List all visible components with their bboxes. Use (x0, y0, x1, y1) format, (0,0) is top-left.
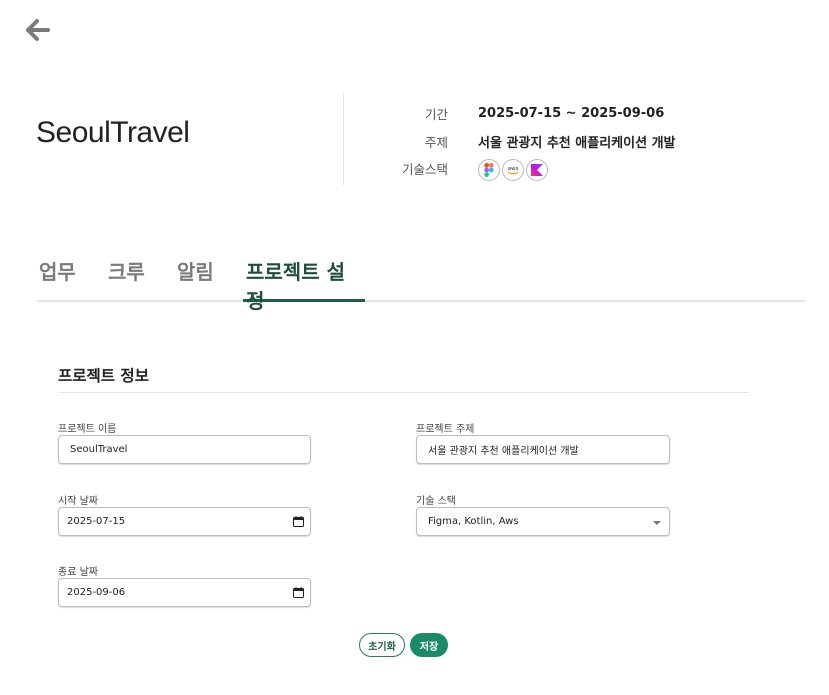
project-title: SeoulTravel (36, 116, 190, 149)
end-date-label: 종료 날짜 (58, 567, 98, 578)
project-name-label: 프로젝트 이름 (58, 424, 117, 435)
figma-icon (478, 159, 500, 181)
header-divider (343, 93, 344, 185)
start-date-value: 2025-07-15 (67, 516, 126, 527)
tech-stack-select[interactable]: Figma, Kotlin, Aws (416, 507, 670, 536)
project-tabs: 업무 크루 알림 프로젝트 설정 (37, 252, 805, 313)
section-title: 프로젝트 정보 (58, 367, 149, 385)
meta-stack-row: 기술스택 aws (400, 155, 676, 183)
tab-project-settings[interactable]: 프로젝트 설정 (243, 256, 365, 313)
meta-topic-row: 주제 서울 관광지 추천 애플리케이션 개발 (400, 127, 676, 155)
tech-stack-label: 기술 스택 (416, 496, 456, 507)
meta-period-value: 2025-07-15 ~ 2025-09-06 (478, 105, 665, 121)
save-button[interactable]: 저장 (410, 633, 448, 657)
calendar-icon[interactable] (293, 516, 304, 530)
end-date-input[interactable]: 2025-09-06 (58, 578, 311, 607)
meta-period-label: 기간 (424, 106, 448, 122)
chevron-down-icon (653, 521, 661, 525)
meta-stack-label: 기술스택 (401, 162, 448, 177)
project-topic-value: 서울 관광지 추천 애플리케이션 개발 (428, 446, 579, 457)
project-name-input[interactable]: SeoulTravel (58, 435, 311, 464)
project-meta: 기간 2025-07-15 ~ 2025-09-06 주제 서울 관광지 추천 … (400, 99, 676, 183)
meta-topic-value: 서울 관광지 추천 애플리케이션 개발 (478, 135, 676, 151)
meta-topic-label: 주제 (424, 134, 448, 150)
reset-button[interactable]: 초기화 (359, 633, 405, 657)
project-name-value: SeoulTravel (70, 444, 128, 455)
end-date-value: 2025-09-06 (67, 587, 126, 598)
aws-icon: aws (502, 159, 524, 181)
start-date-label: 시작 날짜 (58, 496, 98, 507)
section-divider (58, 392, 749, 393)
back-arrow-icon[interactable] (24, 16, 52, 44)
meta-period-row: 기간 2025-07-15 ~ 2025-09-06 (400, 99, 676, 127)
tab-tasks[interactable]: 업무 (39, 256, 76, 302)
svg-text:aws: aws (508, 166, 519, 172)
start-date-input[interactable]: 2025-07-15 (58, 507, 311, 536)
project-topic-input[interactable]: 서울 관광지 추천 애플리케이션 개발 (416, 435, 670, 464)
calendar-icon[interactable] (293, 587, 304, 601)
tab-crew[interactable]: 크루 (108, 256, 145, 302)
project-topic-label: 프로젝트 주제 (416, 424, 475, 435)
kotlin-icon (526, 159, 548, 181)
tech-stack-value: Figma, Kotlin, Aws (428, 516, 519, 527)
tab-notifications[interactable]: 알림 (177, 256, 214, 302)
stack-icons: aws (478, 159, 548, 181)
